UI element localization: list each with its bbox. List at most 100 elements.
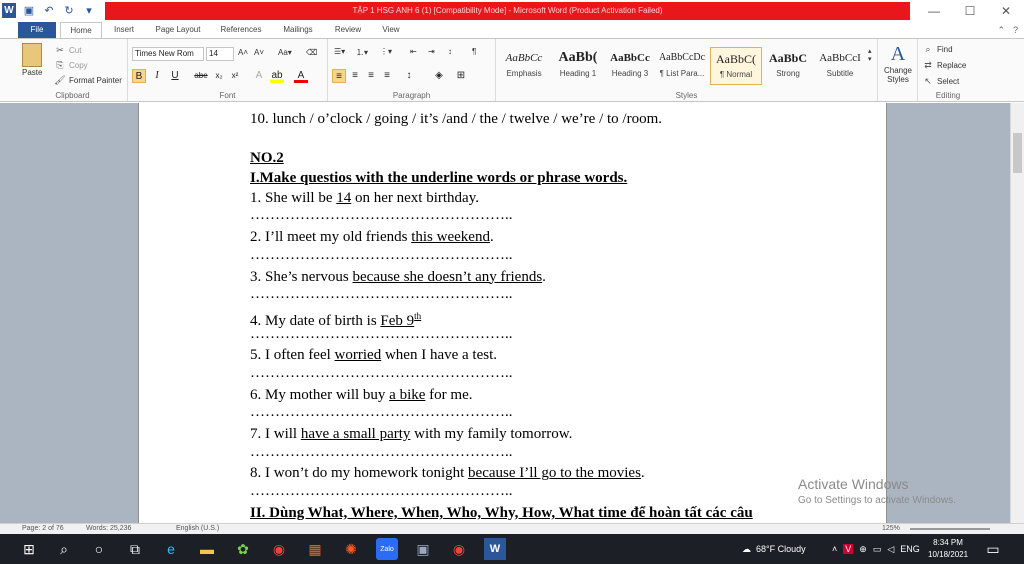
- style-list-paragraph[interactable]: AaBbCcDc ¶ List Para...: [656, 47, 708, 85]
- scrollbar-thumb[interactable]: [1013, 133, 1022, 173]
- tab-review[interactable]: Review: [328, 22, 368, 38]
- tab-references[interactable]: References: [214, 22, 268, 38]
- show-formatting-icon[interactable]: ¶: [472, 47, 476, 56]
- change-case-button[interactable]: Aa▾: [278, 48, 292, 57]
- font-family-select[interactable]: Times New Rom: [132, 47, 204, 61]
- tab-insert[interactable]: Insert: [106, 22, 142, 38]
- font-color-icon[interactable]: A: [294, 69, 308, 83]
- clock[interactable]: 8:34 PM 10/18/2021: [928, 537, 968, 561]
- cortana-icon[interactable]: ○: [88, 538, 110, 560]
- find-button[interactable]: ⌕ Find: [922, 43, 952, 55]
- redo-icon[interactable]: ↻: [62, 3, 76, 17]
- zoom-level[interactable]: 125%: [882, 525, 900, 532]
- italic-button[interactable]: I: [150, 69, 164, 83]
- network-icon[interactable]: ⊕: [859, 544, 867, 555]
- tab-home[interactable]: Home: [60, 22, 102, 39]
- tab-view[interactable]: View: [375, 22, 407, 38]
- scissors-icon: ✂: [56, 44, 64, 55]
- increase-indent-icon[interactable]: ⇥: [428, 47, 435, 56]
- close-button[interactable]: ✕: [988, 0, 1024, 22]
- minimize-button[interactable]: —: [916, 0, 952, 22]
- app-icon-2[interactable]: ✺: [340, 538, 362, 560]
- align-right-icon[interactable]: ≡: [364, 69, 378, 83]
- font-size-select[interactable]: 14: [206, 47, 234, 61]
- chevron-up-icon[interactable]: ˄: [832, 544, 837, 554]
- zoom-slider[interactable]: [910, 528, 990, 530]
- tab-file[interactable]: File: [18, 22, 56, 38]
- highlight-color-icon[interactable]: ab: [270, 69, 284, 83]
- page-count[interactable]: Page: 2 of 76: [22, 525, 64, 532]
- shading-icon[interactable]: ◈: [432, 69, 446, 83]
- vertical-scrollbar[interactable]: [1010, 103, 1024, 523]
- style-emphasis[interactable]: AaBbCc Emphasis: [498, 47, 550, 85]
- grow-font-button[interactable]: A˄: [238, 48, 248, 57]
- align-center-icon[interactable]: ≡: [348, 69, 362, 83]
- volume-icon[interactable]: ◁: [887, 544, 894, 555]
- styles-scroll[interactable]: ▴ ▾: [868, 47, 872, 63]
- shrink-font-button[interactable]: A˅: [254, 48, 264, 57]
- line-spacing-icon[interactable]: ↕: [402, 69, 416, 83]
- quick-access-toolbar: ▣ ↶ ↻ ▾: [22, 3, 96, 17]
- select-button[interactable]: ↖ Select: [922, 75, 959, 87]
- battery-icon[interactable]: ▭: [873, 544, 882, 555]
- subscript-button[interactable]: x₂: [212, 69, 226, 83]
- clear-formatting-icon[interactable]: ⌫: [306, 48, 317, 57]
- cut-button[interactable]: ✂ Cut: [54, 44, 81, 56]
- document-page[interactable]: 10. lunch / o’clock / going / it’s /and …: [138, 103, 887, 523]
- answer-line: ……………………………………………..: [250, 325, 513, 342]
- multilevel-list-icon[interactable]: ⋮▾: [380, 47, 392, 56]
- notification-app-icon[interactable]: V: [843, 544, 854, 554]
- file-explorer-icon[interactable]: ▬: [196, 538, 218, 560]
- style-heading-3[interactable]: AaBbCc Heading 3: [604, 47, 656, 85]
- maximize-button[interactable]: ☐: [952, 0, 988, 22]
- camera-icon[interactable]: ▣: [412, 538, 434, 560]
- search-icon[interactable]: ⌕: [53, 538, 75, 560]
- zalo-icon[interactable]: Zalo: [376, 538, 398, 560]
- copy-button[interactable]: ⎘ Copy: [54, 59, 87, 71]
- strikethrough-button[interactable]: abe: [192, 69, 210, 83]
- start-icon[interactable]: ⊞: [18, 538, 40, 560]
- bullets-icon[interactable]: ☰▾: [334, 47, 345, 56]
- change-styles-button[interactable]: A Change Styles: [880, 43, 916, 84]
- word-app-icon[interactable]: W: [2, 3, 16, 18]
- text-effects-icon[interactable]: A: [252, 69, 266, 83]
- keyboard-language[interactable]: ENG: [900, 544, 920, 554]
- chrome-icon-2[interactable]: ◉: [448, 538, 470, 560]
- activate-windows-watermark: Activate Windows Go to Settings to activ…: [798, 476, 956, 506]
- edge-icon[interactable]: e: [160, 538, 182, 560]
- bold-button[interactable]: B: [132, 69, 146, 83]
- clipboard-group: Paste ✂ Cut ⎘ Copy 🖌 Format Painter Clipboa…: [18, 39, 128, 101]
- customize-qat-icon[interactable]: ▾: [82, 3, 96, 17]
- paste-button[interactable]: Paste: [22, 43, 42, 77]
- format-painter-button[interactable]: 🖌 Format Painter: [54, 74, 122, 86]
- save-icon[interactable]: ▣: [22, 3, 36, 17]
- word-taskbar-icon[interactable]: W: [484, 538, 506, 560]
- decrease-indent-icon[interactable]: ⇤: [410, 47, 417, 56]
- justify-icon[interactable]: ≡: [380, 69, 394, 83]
- language-indicator[interactable]: English (U.S.): [176, 525, 219, 532]
- app-icon[interactable]: ✿: [232, 538, 254, 560]
- weather-widget[interactable]: ☁ 68°F Cloudy: [742, 534, 806, 564]
- sort-icon[interactable]: ↕: [448, 47, 452, 56]
- borders-icon[interactable]: ⊞: [454, 69, 468, 83]
- help-icon[interactable]: ?: [1013, 25, 1018, 36]
- tab-page-layout[interactable]: Page Layout: [148, 22, 208, 38]
- word-count[interactable]: Words: 25,236: [86, 525, 131, 532]
- style-heading-1[interactable]: AaBb(Heading 1: [552, 47, 604, 85]
- notification-center-icon[interactable]: ▭: [982, 538, 1004, 560]
- minimize-ribbon-icon[interactable]: ⌃: [997, 25, 1005, 36]
- style-subtitle[interactable]: AaBbCcI Subtitle: [814, 47, 866, 85]
- task-view-icon[interactable]: ⧉: [124, 538, 146, 560]
- office-icon[interactable]: ▦: [304, 538, 326, 560]
- chrome-icon[interactable]: ◉: [268, 538, 290, 560]
- numbering-icon[interactable]: ⒈▾: [356, 47, 368, 58]
- replace-button[interactable]: ⇄ Replace: [922, 59, 966, 71]
- align-left-icon[interactable]: ≡: [332, 69, 346, 83]
- style-normal[interactable]: AaBbC(¶ Normal: [710, 47, 762, 85]
- undo-icon[interactable]: ↶: [42, 3, 56, 17]
- superscript-button[interactable]: x²: [228, 69, 242, 83]
- underline-button[interactable]: U: [168, 69, 182, 83]
- tab-mailings[interactable]: Mailings: [275, 22, 321, 38]
- style-strong[interactable]: AaBbC Strong: [762, 47, 814, 85]
- binoculars-icon: ⌕: [925, 43, 931, 54]
